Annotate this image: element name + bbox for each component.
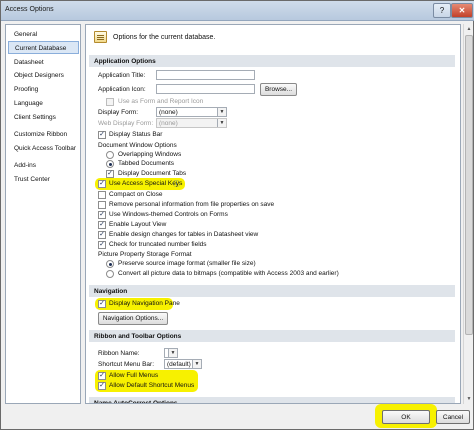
close-button[interactable]: ✕ bbox=[451, 3, 473, 18]
browse-button[interactable]: Browse... bbox=[260, 83, 297, 96]
content-header: Options for the current database. bbox=[86, 25, 460, 51]
info-icon: ⓘ bbox=[173, 181, 180, 188]
check-truncated-fields-checkbox[interactable]: ✓ bbox=[98, 241, 106, 249]
remove-personal-info-checkbox[interactable] bbox=[98, 201, 106, 209]
window-title: Access Options bbox=[5, 6, 54, 13]
sidebar-item-add-ins[interactable]: Add-ins bbox=[8, 159, 79, 172]
chevron-down-icon: ▼ bbox=[217, 108, 226, 116]
preserve-source-image-label: Preserve source image format (smaller fi… bbox=[118, 260, 256, 267]
ribbon-name-label: Ribbon Name: bbox=[98, 350, 140, 357]
scroll-up-icon[interactable]: ▲ bbox=[464, 24, 474, 34]
chevron-down-icon: ▼ bbox=[217, 119, 226, 127]
tabbed-documents-radio[interactable] bbox=[106, 160, 114, 168]
page-title: Options for the current database. bbox=[113, 34, 216, 41]
display-form-value: (none) bbox=[159, 109, 178, 116]
tabbed-documents-label: Tabbed Documents bbox=[118, 160, 175, 167]
application-icon-label: Application Icon: bbox=[98, 86, 146, 93]
allow-default-shortcut-menus-label: Allow Default Shortcut Menus bbox=[109, 382, 195, 389]
overlapping-windows-label: Overlapping Windows bbox=[118, 151, 182, 158]
picture-storage-label: Picture Property Storage Format bbox=[98, 251, 192, 258]
shortcut-menu-bar-select[interactable]: (default) ▼ bbox=[164, 359, 202, 369]
allow-default-shortcut-menus-checkbox[interactable]: ✓ bbox=[98, 382, 106, 390]
section-application-options: Application Options bbox=[89, 54, 455, 67]
cancel-button[interactable]: Cancel bbox=[436, 410, 470, 424]
display-status-bar-label: Display Status Bar bbox=[109, 131, 163, 138]
ribbon-name-select[interactable]: ▼ bbox=[164, 348, 178, 358]
display-document-tabs-label: Display Document Tabs bbox=[118, 170, 187, 177]
shortcut-menu-bar-label: Shortcut Menu Bar: bbox=[98, 361, 154, 368]
display-navigation-pane-checkbox[interactable]: ✓ bbox=[98, 300, 106, 308]
display-status-bar-checkbox[interactable]: ✓ bbox=[98, 131, 106, 139]
windows-themed-controls-checkbox[interactable]: ✓ bbox=[98, 211, 106, 219]
convert-bitmaps-radio[interactable] bbox=[106, 270, 114, 278]
enable-layout-view-label: Enable Layout View bbox=[109, 221, 167, 228]
shortcut-menu-bar-value: (default) bbox=[167, 361, 191, 368]
section-ribbon-toolbar: Ribbon and Toolbar Options bbox=[89, 329, 455, 342]
chevron-down-icon: ▼ bbox=[192, 360, 201, 368]
sidebar-item-current-database[interactable]: Current Database bbox=[8, 41, 79, 54]
title-bar: Access Options ? ✕ bbox=[1, 1, 474, 21]
display-document-tabs-checkbox[interactable]: ✓ bbox=[106, 170, 114, 178]
section-navigation: Navigation bbox=[89, 284, 455, 297]
options-sidebar: General Current Database Datasheet Objec… bbox=[5, 24, 81, 404]
sidebar-item-trust-center[interactable]: Trust Center bbox=[8, 173, 79, 186]
use-as-form-icon-checkbox[interactable] bbox=[106, 98, 114, 106]
compact-on-close-label: Compact on Close bbox=[109, 191, 163, 198]
allow-full-menus-checkbox[interactable]: ✓ bbox=[98, 372, 106, 380]
application-title-label: Application Title: bbox=[98, 72, 146, 79]
display-form-label: Display Form: bbox=[98, 109, 139, 116]
compact-on-close-checkbox[interactable] bbox=[98, 191, 106, 199]
convert-bitmaps-label: Convert all picture data to bitmaps (com… bbox=[118, 270, 339, 277]
enable-design-changes-label: Enable design changes for tables in Data… bbox=[109, 231, 259, 238]
check-truncated-fields-label: Check for truncated number fields bbox=[109, 241, 207, 248]
web-display-form-label: Web Display Form: bbox=[98, 120, 154, 127]
application-icon-input[interactable] bbox=[156, 84, 255, 94]
section-name-autocorrect: Name AutoCorrect Options bbox=[89, 396, 455, 403]
sidebar-item-client-settings[interactable]: Client Settings bbox=[8, 111, 79, 124]
overlapping-windows-radio[interactable] bbox=[106, 151, 114, 159]
enable-layout-view-checkbox[interactable]: ✓ bbox=[98, 221, 106, 229]
use-as-form-icon-label: Use as Form and Report Icon bbox=[118, 98, 204, 105]
sidebar-item-customize-ribbon[interactable]: Customize Ribbon bbox=[8, 128, 79, 141]
database-icon bbox=[94, 31, 107, 43]
sidebar-item-language[interactable]: Language bbox=[8, 97, 79, 110]
help-button[interactable]: ? bbox=[433, 3, 451, 18]
use-access-special-keys-checkbox[interactable]: ✓ bbox=[98, 180, 106, 188]
preserve-source-image-radio[interactable] bbox=[106, 260, 114, 268]
remove-personal-info-label: Remove personal information from file pr… bbox=[109, 201, 275, 208]
display-navigation-pane-label: Display Navigation Pane bbox=[109, 300, 180, 307]
sidebar-item-quick-access-toolbar[interactable]: Quick Access Toolbar bbox=[8, 142, 79, 155]
web-display-form-select[interactable]: (none) ▼ bbox=[156, 118, 227, 128]
scroll-down-icon[interactable]: ▼ bbox=[464, 394, 474, 404]
scroll-thumb[interactable] bbox=[465, 35, 473, 335]
sidebar-item-proofing[interactable]: Proofing bbox=[8, 83, 79, 96]
web-display-form-value: (none) bbox=[159, 120, 178, 127]
sidebar-item-general[interactable]: General bbox=[8, 28, 79, 41]
chevron-down-icon: ▼ bbox=[168, 349, 177, 357]
navigation-options-button[interactable]: Navigation Options... bbox=[98, 312, 168, 325]
use-access-special-keys-label: Use Access Special Keys bbox=[109, 180, 183, 187]
sidebar-item-datasheet[interactable]: Datasheet bbox=[8, 56, 79, 69]
windows-themed-controls-label: Use Windows-themed Controls on Forms bbox=[109, 211, 228, 218]
display-form-select[interactable]: (none) ▼ bbox=[156, 107, 227, 117]
ok-button[interactable]: OK bbox=[382, 410, 430, 424]
enable-design-changes-checkbox[interactable]: ✓ bbox=[98, 231, 106, 239]
application-title-input[interactable] bbox=[156, 70, 255, 80]
allow-full-menus-label: Allow Full Menus bbox=[109, 372, 159, 379]
options-content: Options for the current database. Applic… bbox=[85, 24, 461, 404]
sidebar-item-object-designers[interactable]: Object Designers bbox=[8, 69, 79, 82]
access-options-dialog: Access Options ? ✕ General Current Datab… bbox=[0, 0, 474, 430]
content-scrollbar[interactable]: ▲ ▼ bbox=[463, 24, 473, 404]
document-window-options-label: Document Window Options bbox=[98, 142, 177, 149]
